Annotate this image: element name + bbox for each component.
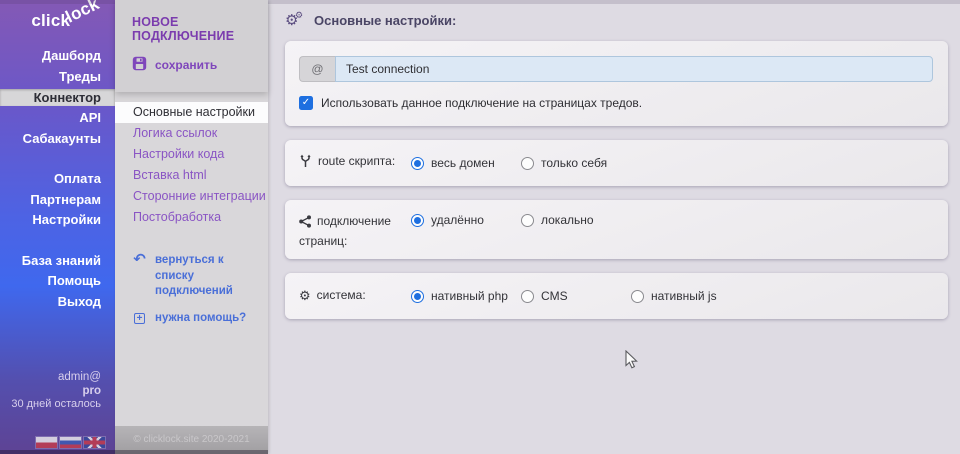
- use-connection-checkbox[interactable]: [299, 96, 313, 110]
- route-script-card: route скрипта: весь домен только себя: [285, 140, 948, 186]
- radio-only-self[interactable]: только себя: [521, 156, 631, 170]
- account-plan: pro: [11, 384, 101, 398]
- page-header: ⚙⚙ Основные настройки:: [285, 0, 960, 41]
- app-window: clicklock Дашборд Треды Коннектор API Са…: [0, 0, 960, 454]
- sidebar-gap: [0, 231, 115, 251]
- radio-icon: [411, 214, 424, 227]
- radio-icon: [521, 157, 534, 170]
- sidebar-nav: Дашборд Треды Коннектор API Сабакаунты О…: [0, 46, 115, 312]
- use-connection-label: Использовать данное подключение на стран…: [321, 96, 642, 110]
- save-button[interactable]: сохранить: [132, 56, 268, 74]
- radio-label: локально: [541, 213, 594, 227]
- system-choices: нативный php CMS нативный js: [411, 289, 741, 303]
- gear-icon: ⚙: [299, 287, 311, 306]
- page-connection-card: подключение страниц: удалённо локально: [285, 200, 948, 259]
- route-script-choices: весь домен только себя: [411, 156, 631, 170]
- sidebar-item-connector[interactable]: Коннектор: [0, 89, 115, 106]
- submenu-item-html-insert[interactable]: Вставка html: [115, 165, 268, 186]
- system-text: система:: [317, 288, 366, 302]
- radio-remote[interactable]: удалённо: [411, 213, 521, 227]
- connection-name-card: @ Использовать данное подключение на стр…: [285, 41, 948, 126]
- help-plus-icon: +: [132, 311, 147, 327]
- radio-label: CMS: [541, 289, 568, 303]
- sidebar-item-partners[interactable]: Партнерам: [0, 190, 115, 211]
- system-card: ⚙ система: нативный php CMS нативный js: [285, 273, 948, 319]
- save-button-label: сохранить: [155, 58, 217, 72]
- share-icon: [299, 215, 311, 233]
- page-title: Основные настройки:: [314, 13, 456, 28]
- back-to-connections-label: вернуться к списку подключений: [155, 253, 264, 300]
- radio-icon: [521, 290, 534, 303]
- submenu-item-general-settings[interactable]: Основные настройки: [115, 102, 268, 123]
- save-floppy-icon: [132, 56, 147, 74]
- need-help-link[interactable]: + нужна помощь?: [132, 311, 264, 327]
- submenu-list: Основные настройки Логика ссылок Настрой…: [115, 92, 268, 228]
- sidebar-item-settings[interactable]: Настройки: [0, 210, 115, 231]
- sidebar-item-help[interactable]: Помощь: [0, 271, 115, 292]
- use-connection-row: Использовать данное подключение на стран…: [299, 96, 933, 110]
- radio-local[interactable]: локально: [521, 213, 631, 227]
- submenu-item-postprocessing[interactable]: Постобработка: [115, 207, 268, 228]
- system-label: ⚙ система:: [299, 287, 411, 306]
- radio-icon: [631, 290, 644, 303]
- app-logo: clicklock: [0, 0, 115, 40]
- radio-icon: [411, 157, 424, 170]
- sidebar-item-logout[interactable]: Выход: [0, 292, 115, 313]
- submenu-item-integrations[interactable]: Сторонние интеграции: [115, 186, 268, 207]
- page-connection-text: подключение страниц:: [299, 214, 391, 248]
- radio-icon: [521, 214, 534, 227]
- radio-label: нативный js: [651, 289, 717, 303]
- copyright-footer: © clicklock.site 2020-2021: [115, 426, 268, 454]
- sidebar-gap: [0, 149, 115, 169]
- language-switcher: [36, 437, 105, 448]
- back-to-connections-link[interactable]: ↶ вернуться к списку подключений: [132, 253, 264, 300]
- submenu-title: НОВОЕ ПОДКЛЮЧЕНИЕ: [115, 0, 268, 43]
- route-script-label: route скрипта:: [299, 153, 411, 173]
- radio-native-js[interactable]: нативный js: [631, 289, 741, 303]
- connection-name-input[interactable]: [335, 56, 933, 82]
- submenu-links: ↶ вернуться к списку подключений + нужна…: [115, 253, 268, 326]
- radio-label: удалённо: [431, 213, 484, 227]
- connection-name-group: @: [299, 56, 933, 82]
- radio-label: только себя: [541, 156, 607, 170]
- need-help-label: нужна помощь?: [155, 311, 246, 327]
- main-content: ⚙⚙ Основные настройки: @ Использовать да…: [268, 0, 960, 454]
- route-script-text: route скрипта:: [318, 154, 395, 168]
- page-connection-choices: удалённо локально: [411, 213, 631, 227]
- russia-flag-icon[interactable]: [60, 437, 81, 448]
- connection-submenu: НОВОЕ ПОДКЛЮЧЕНИЕ сохранить Основные нас…: [115, 0, 268, 454]
- sidebar-item-api[interactable]: API: [0, 108, 115, 129]
- radio-label: весь домен: [431, 156, 495, 170]
- at-sign-addon-icon: @: [299, 56, 335, 82]
- sidebar-item-knowledge-base[interactable]: База знаний: [0, 251, 115, 272]
- page-connection-label: подключение страниц:: [299, 213, 411, 251]
- uk-flag-icon[interactable]: [84, 437, 105, 448]
- submenu-item-link-logic[interactable]: Логика ссылок: [115, 123, 268, 144]
- poland-flag-icon[interactable]: [36, 437, 57, 448]
- account-email: admin@: [11, 370, 101, 384]
- undo-arrow-icon: ↶: [132, 253, 147, 270]
- sidebar-item-payment[interactable]: Оплата: [0, 169, 115, 190]
- logo-lock: lock: [63, 0, 103, 27]
- sidebar-item-subaccounts[interactable]: Сабакаунты: [0, 129, 115, 150]
- settings-gears-icon: ⚙⚙: [285, 12, 305, 30]
- radio-cms[interactable]: CMS: [521, 289, 631, 303]
- submenu-header: НОВОЕ ПОДКЛЮЧЕНИЕ сохранить: [115, 0, 268, 92]
- sidebar-item-dashboard[interactable]: Дашборд: [0, 46, 115, 67]
- account-days-left: 30 дней осталось: [11, 398, 101, 412]
- account-info: admin@ pro 30 дней осталось: [11, 370, 101, 413]
- radio-whole-domain[interactable]: весь домен: [411, 156, 521, 170]
- sidebar-item-threads[interactable]: Треды: [0, 67, 115, 88]
- submenu-item-code-settings[interactable]: Настройки кода: [115, 144, 268, 165]
- radio-native-php[interactable]: нативный php: [411, 289, 521, 303]
- radio-icon: [411, 290, 424, 303]
- radio-label: нативный php: [431, 289, 508, 303]
- route-icon: [299, 154, 312, 173]
- sidebar: clicklock Дашборд Треды Коннектор API Са…: [0, 0, 115, 454]
